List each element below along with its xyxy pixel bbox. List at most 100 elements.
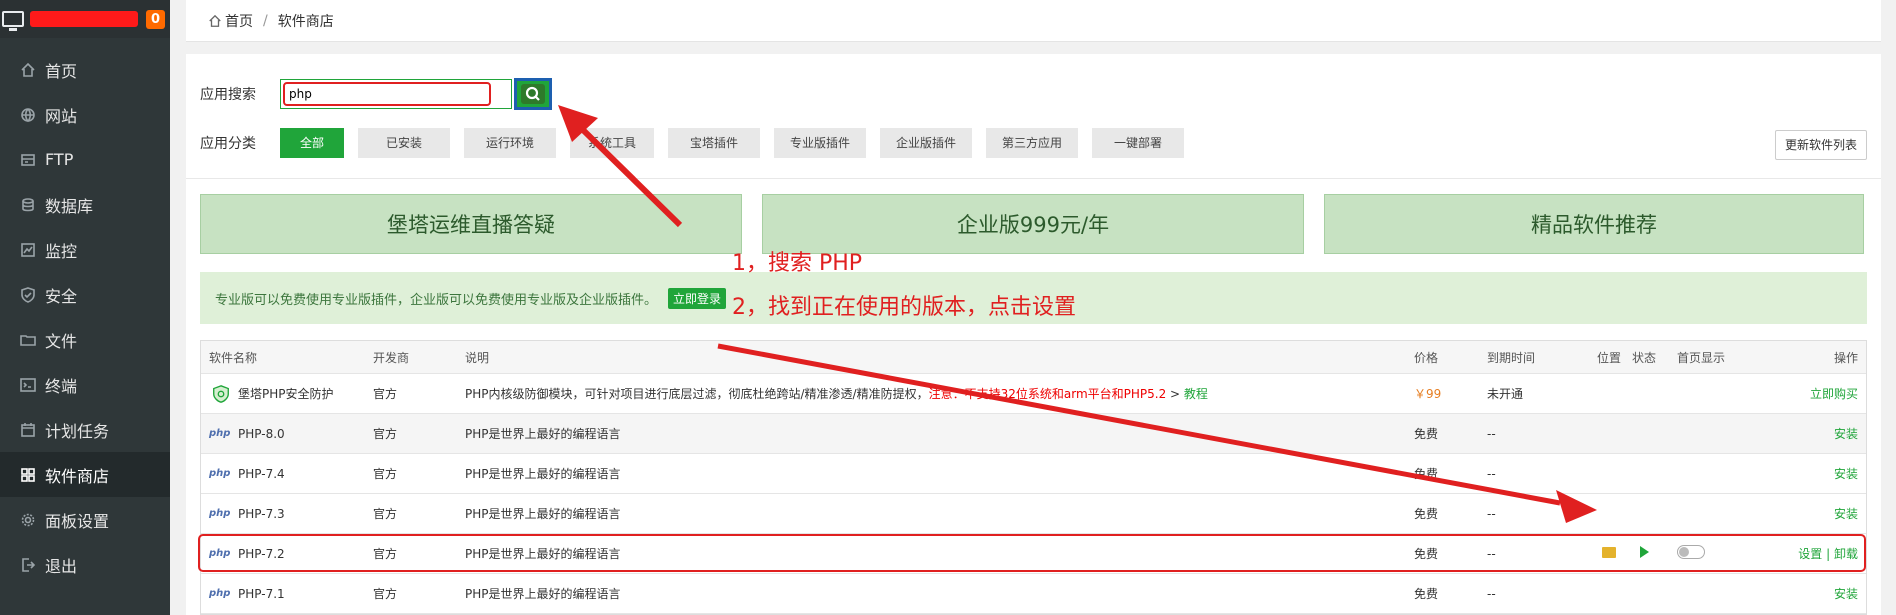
category-runtime[interactable]: 运行环境 [464, 128, 556, 158]
header-description: 说明 [465, 350, 490, 365]
search-button[interactable] [514, 78, 552, 110]
search-input[interactable] [283, 82, 491, 106]
table-row: php PHP-8.0 官方 PHP是世界上最好的编程语言 免费 -- 安装 [201, 414, 1866, 454]
sidebar-item-label: 安全 [45, 286, 78, 306]
category-one-click-deploy[interactable]: 一键部署 [1092, 128, 1184, 158]
software-store-panel: 应用搜索 应用分类 全部 已安装 运行环境 系统工具 宝塔插件 专业版插件 企业… [186, 54, 1881, 615]
install-link[interactable]: 安装 [1739, 425, 1866, 442]
sidebar-item-home[interactable]: 首页 [0, 47, 170, 92]
sidebar-item-label: 计划任务 [45, 421, 110, 441]
category-bt-plugins[interactable]: 宝塔插件 [668, 128, 760, 158]
refresh-software-list-button[interactable]: 更新软件列表 [1774, 130, 1867, 160]
table-row: php PHP-7.3 官方 PHP是世界上最好的编程语言 免费 -- 安装 [201, 494, 1866, 534]
cell-name: 堡塔PHP安全防护 [201, 383, 365, 405]
software-name: PHP-7.3 [238, 506, 285, 521]
sidebar-item-software-store[interactable]: 软件商店 [0, 452, 170, 497]
breadcrumb: 首页 / 软件商店 [186, 0, 1881, 42]
table-row: php PHP-7.4 官方 PHP是世界上最好的编程语言 免费 -- 安装 [201, 454, 1866, 494]
login-button[interactable]: 立即登录 [668, 287, 727, 309]
monitor-icon [20, 242, 36, 258]
redacted-server-name [30, 11, 138, 27]
category-system-tools[interactable]: 系统工具 [570, 128, 654, 158]
warning-prefix: 注意： [928, 387, 965, 401]
sidebar-item-security[interactable]: 安全 [0, 272, 170, 317]
shield-icon [20, 286, 36, 303]
cell-location [1589, 546, 1629, 561]
cell-expire: -- [1487, 506, 1496, 521]
buy-now-link[interactable]: 立即购买 [1739, 385, 1866, 402]
php-logo-icon: php [209, 588, 231, 599]
php-logo-icon: php [209, 508, 231, 519]
sidebar-item-ftp[interactable]: FTP [0, 137, 170, 182]
grid-icon [20, 467, 36, 483]
cell-description: PHP是世界上最好的编程语言 [465, 427, 621, 441]
cell-developer: 官方 [373, 547, 398, 561]
cell-developer: 官方 [373, 387, 398, 401]
category-enterprise-plugins[interactable]: 企业版插件 [880, 128, 972, 158]
table-header: 软件名称 开发商 说明 价格 到期时间 位置 状态 首页显示 操作 [201, 341, 1866, 374]
sidebar-item-panel-settings[interactable]: 面板设置 [0, 497, 170, 542]
search-icon [525, 86, 540, 101]
sidebar-item-terminal[interactable]: 终端 [0, 362, 170, 407]
cell-expire: 未开通 [1487, 387, 1524, 401]
notification-badge[interactable]: 0 [146, 9, 166, 29]
search-label: 应用搜索 [200, 87, 256, 103]
sidebar-item-label: 监控 [45, 241, 78, 261]
cell-price: 免费 [1414, 507, 1439, 521]
homepage-display-toggle[interactable] [1677, 545, 1705, 559]
install-link[interactable]: 安装 [1739, 585, 1866, 602]
uninstall-link[interactable]: 卸载 [1834, 547, 1858, 561]
annotation-step2: 2，找到正在使用的版本，点击设置 [732, 295, 1076, 320]
settings-link[interactable]: 设置 [1798, 547, 1822, 561]
cell-price: 免费 [1414, 587, 1439, 601]
install-link[interactable]: 安装 [1739, 465, 1866, 482]
cell-developer: 官方 [373, 427, 398, 441]
banner-live-qa[interactable]: 堡塔运维直播答疑 [200, 194, 742, 254]
sidebar-item-label: FTP [45, 150, 74, 169]
install-link[interactable]: 安装 [1739, 505, 1866, 522]
divider [186, 178, 1881, 179]
header-price: 价格 [1414, 350, 1439, 365]
cell-name: php PHP-8.0 [201, 427, 365, 441]
banners: 堡塔运维直播答疑 企业版999元/年 精品软件推荐 [200, 194, 1864, 254]
cell-description: PHP是世界上最好的编程语言 [465, 507, 621, 521]
cell-price: ￥99 [1414, 387, 1442, 401]
notice-text: 专业版可以免费使用专业版插件，企业版可以免费使用专业版及企业版插件。 [215, 292, 658, 308]
sidebar-item-monitor[interactable]: 监控 [0, 227, 170, 272]
globe-icon [20, 107, 36, 123]
tutorial-gt: > [1166, 387, 1184, 401]
sidebar-item-files[interactable]: 文件 [0, 317, 170, 362]
cell-developer: 官方 [373, 467, 398, 481]
php-logo-icon: php [209, 428, 231, 439]
monitor-icon [2, 11, 24, 31]
sidebar: 0 首页 网站 FTP 数据库 监控 安全 文件 终端 计划任务 软件商店 面板… [0, 0, 170, 615]
cell-homepage [1659, 545, 1739, 562]
sidebar-item-website[interactable]: 网站 [0, 92, 170, 137]
cell-name: php PHP-7.2 [201, 547, 365, 561]
database-icon [20, 197, 36, 213]
sidebar-item-cron[interactable]: 计划任务 [0, 407, 170, 452]
sidebar-item-logout[interactable]: 退出 [0, 542, 170, 587]
category-all[interactable]: 全部 [280, 128, 344, 158]
sidebar-item-label: 面板设置 [45, 511, 110, 531]
tutorial-link[interactable]: 教程 [1184, 387, 1208, 401]
search-box [280, 79, 512, 109]
table-row: php PHP-7.1 官方 PHP是世界上最好的编程语言 免费 -- 安装 [201, 574, 1866, 614]
breadcrumb-home[interactable]: 首页 [225, 11, 253, 31]
action-separator: | [1822, 547, 1834, 561]
cell-name: php PHP-7.1 [201, 587, 365, 601]
folder-icon[interactable] [1602, 546, 1616, 558]
category-third-party[interactable]: 第三方应用 [986, 128, 1078, 158]
sidebar-header: 0 [0, 0, 170, 38]
cell-description: PHP内核级防御模块，可针对项目进行底层过滤，彻底杜绝跨站/精准渗透/精准防提权… [457, 385, 1406, 402]
banner-recommended[interactable]: 精品软件推荐 [1324, 194, 1864, 254]
sidebar-item-label: 数据库 [45, 196, 94, 216]
cell-description: PHP是世界上最好的编程语言 [465, 587, 621, 601]
category-pro-plugins[interactable]: 专业版插件 [774, 128, 866, 158]
header-name: 软件名称 [209, 350, 258, 365]
play-icon[interactable] [1639, 546, 1649, 558]
category-label: 应用分类 [200, 136, 256, 152]
sidebar-item-database[interactable]: 数据库 [0, 182, 170, 227]
cell-developer: 官方 [373, 507, 398, 521]
category-installed[interactable]: 已安装 [358, 128, 450, 158]
